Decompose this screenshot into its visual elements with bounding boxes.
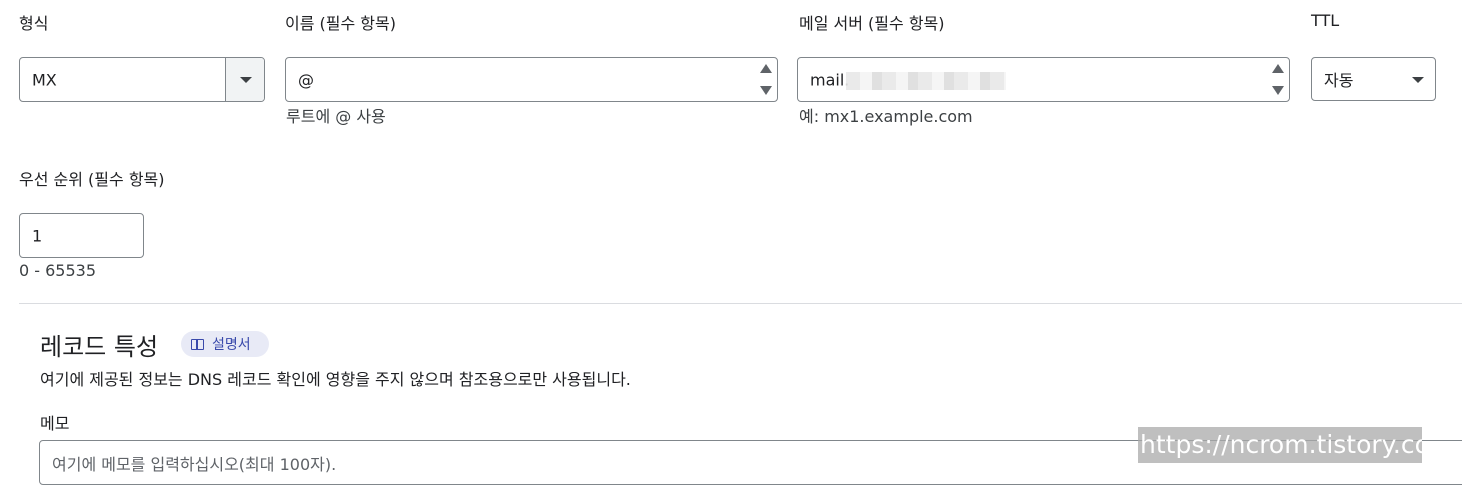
priority-help: 0 - 65535 [19,261,97,280]
name-value: @ [298,70,314,89]
name-help: 루트에 @ 사용 [286,107,386,126]
chevron-down-icon [240,77,252,83]
mail-server-spinner[interactable] [1271,62,1285,97]
section-divider [19,303,1462,304]
ttl-select[interactable]: 자동 [1311,57,1436,101]
book-icon [191,338,204,350]
watermark: https://ncrom.tistory.com [1138,427,1422,463]
type-select[interactable]: MX [19,57,265,102]
type-value: MX [32,70,57,89]
memo-placeholder: 여기에 메모를 입력하십시오(최대 100자). [52,454,337,474]
name-label: 이름 (필수 항목) [285,14,396,33]
arrow-down-icon [760,86,772,95]
priority-label: 우선 순위 (필수 항목) [19,170,165,189]
arrow-down-icon [1272,86,1284,95]
record-properties-title: 레코드 특성 [40,333,159,361]
name-input[interactable]: @ [285,57,778,102]
priority-value: 1 [32,226,43,245]
priority-input[interactable]: 1 [19,213,144,258]
memo-label: 메모 [40,414,70,433]
mail-server-value: mail. [810,70,850,89]
redacted-blur [846,72,1006,90]
type-dropdown-button[interactable] [226,58,264,101]
ttl-value: 자동 [1324,71,1354,90]
mail-server-help: 예: mx1.example.com [799,107,973,126]
documentation-chip[interactable]: 설명서 [181,331,269,357]
arrow-up-icon [1272,64,1284,73]
type-label: 형식 [19,14,49,33]
record-properties-description: 여기에 제공된 정보는 DNS 레코드 확인에 영향을 주지 않으며 참조용으로… [40,370,631,389]
arrow-up-icon [760,64,772,73]
documentation-chip-label: 설명서 [212,337,251,353]
mail-server-label: 메일 서버 (필수 항목) [799,14,945,33]
mail-server-input[interactable]: mail. [797,57,1290,102]
ttl-label: TTL [1311,11,1340,30]
chevron-down-icon [1412,77,1424,83]
name-spinner[interactable] [759,62,773,97]
